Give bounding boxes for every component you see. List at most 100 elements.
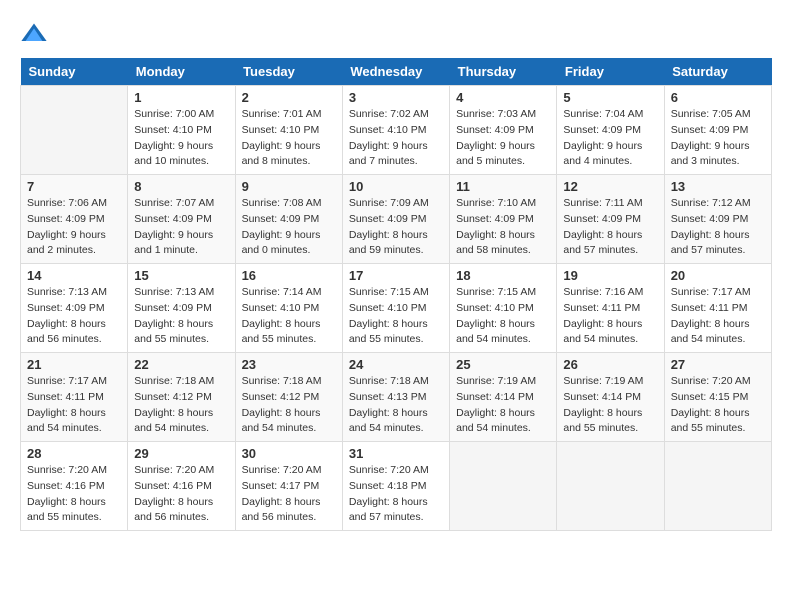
day-cell: 22 Sunrise: 7:18 AM Sunset: 4:12 PM Dayli…	[128, 353, 235, 442]
calendar-table: SundayMondayTuesdayWednesdayThursdayFrid…	[20, 58, 772, 531]
day-cell: 17Sunrise: 7:15 AM Sunset: 4:10 PM Dayli…	[342, 264, 449, 353]
day-cell	[450, 442, 557, 531]
day-info: Sunrise: 7:18 AM Sunset: 4:12 PM Dayligh…	[134, 374, 228, 437]
day-number: 23	[242, 357, 336, 372]
day-cell: 25 Sunrise: 7:19 AM Sunset: 4:14 PM Dayli…	[450, 353, 557, 442]
day-number: 6	[671, 90, 765, 105]
day-number: 22	[134, 357, 228, 372]
day-info: Sunrise: 7:20 AM Sunset: 4:18 PM Dayligh…	[349, 463, 443, 526]
day-number: 28	[27, 446, 121, 461]
day-info: Sunrise: 7:12 AM Sunset: 4:09 PM Dayligh…	[671, 196, 765, 259]
header-cell-saturday: Saturday	[664, 58, 771, 86]
day-number: 2	[242, 90, 336, 105]
day-info: Sunrise: 7:15 AM Sunset: 4:10 PM Dayligh…	[349, 285, 443, 348]
day-cell: 2Sunrise: 7:01 AM Sunset: 4:10 PM Daylig…	[235, 86, 342, 175]
day-number: 18	[456, 268, 550, 283]
day-number: 3	[349, 90, 443, 105]
day-info: Sunrise: 7:02 AM Sunset: 4:10 PM Dayligh…	[349, 107, 443, 170]
day-info: Sunrise: 7:00 AM Sunset: 4:10 PM Dayligh…	[134, 107, 228, 170]
day-info: Sunrise: 7:03 AM Sunset: 4:09 PM Dayligh…	[456, 107, 550, 170]
day-number: 31	[349, 446, 443, 461]
day-number: 19	[563, 268, 657, 283]
day-cell	[664, 442, 771, 531]
logo	[20, 20, 52, 48]
calendar-body: 1 Sunrise: 7:00 AM Sunset: 4:10 PM Daylig…	[21, 86, 772, 531]
day-number: 20	[671, 268, 765, 283]
day-number: 13	[671, 179, 765, 194]
day-info: Sunrise: 7:19 AM Sunset: 4:14 PM Dayligh…	[456, 374, 550, 437]
day-number: 16	[242, 268, 336, 283]
day-cell: 1 Sunrise: 7:00 AM Sunset: 4:10 PM Daylig…	[128, 86, 235, 175]
day-number: 21	[27, 357, 121, 372]
day-info: Sunrise: 7:19 AM Sunset: 4:14 PM Dayligh…	[563, 374, 657, 437]
day-number: 12	[563, 179, 657, 194]
day-cell: 27Sunrise: 7:20 AM Sunset: 4:15 PM Dayli…	[664, 353, 771, 442]
header-cell-friday: Friday	[557, 58, 664, 86]
day-info: Sunrise: 7:20 AM Sunset: 4:16 PM Dayligh…	[27, 463, 121, 526]
day-number: 9	[242, 179, 336, 194]
day-info: Sunrise: 7:09 AM Sunset: 4:09 PM Dayligh…	[349, 196, 443, 259]
day-number: 7	[27, 179, 121, 194]
day-info: Sunrise: 7:06 AM Sunset: 4:09 PM Dayligh…	[27, 196, 121, 259]
day-cell: 23Sunrise: 7:18 AM Sunset: 4:12 PM Dayli…	[235, 353, 342, 442]
day-cell: 12 Sunrise: 7:11 AM Sunset: 4:09 PM Dayli…	[557, 175, 664, 264]
week-row-1: 1 Sunrise: 7:00 AM Sunset: 4:10 PM Daylig…	[21, 86, 772, 175]
day-number: 30	[242, 446, 336, 461]
day-number: 25	[456, 357, 550, 372]
day-cell: 31 Sunrise: 7:20 AM Sunset: 4:18 PM Dayli…	[342, 442, 449, 531]
logo-icon	[20, 20, 48, 48]
day-info: Sunrise: 7:17 AM Sunset: 4:11 PM Dayligh…	[671, 285, 765, 348]
week-row-3: 14 Sunrise: 7:13 AM Sunset: 4:09 PM Dayli…	[21, 264, 772, 353]
day-info: Sunrise: 7:16 AM Sunset: 4:11 PM Dayligh…	[563, 285, 657, 348]
day-number: 4	[456, 90, 550, 105]
day-number: 24	[349, 357, 443, 372]
day-cell: 11Sunrise: 7:10 AM Sunset: 4:09 PM Dayli…	[450, 175, 557, 264]
day-info: Sunrise: 7:18 AM Sunset: 4:13 PM Dayligh…	[349, 374, 443, 437]
day-cell	[21, 86, 128, 175]
week-row-2: 7 Sunrise: 7:06 AM Sunset: 4:09 PM Daylig…	[21, 175, 772, 264]
day-cell: 24 Sunrise: 7:18 AM Sunset: 4:13 PM Dayli…	[342, 353, 449, 442]
week-row-4: 21 Sunrise: 7:17 AM Sunset: 4:11 PM Dayli…	[21, 353, 772, 442]
day-info: Sunrise: 7:13 AM Sunset: 4:09 PM Dayligh…	[134, 285, 228, 348]
day-cell: 16 Sunrise: 7:14 AM Sunset: 4:10 PM Dayli…	[235, 264, 342, 353]
day-cell	[557, 442, 664, 531]
day-cell: 13 Sunrise: 7:12 AM Sunset: 4:09 PM Dayli…	[664, 175, 771, 264]
day-number: 11	[456, 179, 550, 194]
day-info: Sunrise: 7:07 AM Sunset: 4:09 PM Dayligh…	[134, 196, 228, 259]
day-info: Sunrise: 7:11 AM Sunset: 4:09 PM Dayligh…	[563, 196, 657, 259]
day-cell: 29 Sunrise: 7:20 AM Sunset: 4:16 PM Dayli…	[128, 442, 235, 531]
day-cell: 18 Sunrise: 7:15 AM Sunset: 4:10 PM Dayli…	[450, 264, 557, 353]
day-info: Sunrise: 7:08 AM Sunset: 4:09 PM Dayligh…	[242, 196, 336, 259]
header-cell-wednesday: Wednesday	[342, 58, 449, 86]
day-cell: 21 Sunrise: 7:17 AM Sunset: 4:11 PM Dayli…	[21, 353, 128, 442]
calendar-header: SundayMondayTuesdayWednesdayThursdayFrid…	[21, 58, 772, 86]
day-cell: 9 Sunrise: 7:08 AM Sunset: 4:09 PM Daylig…	[235, 175, 342, 264]
day-info: Sunrise: 7:17 AM Sunset: 4:11 PM Dayligh…	[27, 374, 121, 437]
day-number: 10	[349, 179, 443, 194]
day-cell: 5 Sunrise: 7:04 AM Sunset: 4:09 PM Daylig…	[557, 86, 664, 175]
header-row: SundayMondayTuesdayWednesdayThursdayFrid…	[21, 58, 772, 86]
day-cell: 3 Sunrise: 7:02 AM Sunset: 4:10 PM Daylig…	[342, 86, 449, 175]
day-info: Sunrise: 7:05 AM Sunset: 4:09 PM Dayligh…	[671, 107, 765, 170]
day-number: 29	[134, 446, 228, 461]
day-number: 5	[563, 90, 657, 105]
day-cell: 14Sunrise: 7:13 AM Sunset: 4:09 PM Dayli…	[21, 264, 128, 353]
day-info: Sunrise: 7:14 AM Sunset: 4:10 PM Dayligh…	[242, 285, 336, 348]
day-cell: 26Sunrise: 7:19 AM Sunset: 4:14 PM Dayli…	[557, 353, 664, 442]
day-number: 15	[134, 268, 228, 283]
day-info: Sunrise: 7:04 AM Sunset: 4:09 PM Dayligh…	[563, 107, 657, 170]
day-number: 27	[671, 357, 765, 372]
day-cell: 6 Sunrise: 7:05 AM Sunset: 4:09 PM Daylig…	[664, 86, 771, 175]
day-cell: 28 Sunrise: 7:20 AM Sunset: 4:16 PM Dayli…	[21, 442, 128, 531]
day-number: 14	[27, 268, 121, 283]
day-cell: 19 Sunrise: 7:16 AM Sunset: 4:11 PM Dayli…	[557, 264, 664, 353]
header-cell-thursday: Thursday	[450, 58, 557, 86]
day-info: Sunrise: 7:15 AM Sunset: 4:10 PM Dayligh…	[456, 285, 550, 348]
day-cell: 4 Sunrise: 7:03 AM Sunset: 4:09 PM Daylig…	[450, 86, 557, 175]
day-info: Sunrise: 7:20 AM Sunset: 4:16 PM Dayligh…	[134, 463, 228, 526]
week-row-5: 28 Sunrise: 7:20 AM Sunset: 4:16 PM Dayli…	[21, 442, 772, 531]
day-number: 1	[134, 90, 228, 105]
day-cell: 30Sunrise: 7:20 AM Sunset: 4:17 PM Dayli…	[235, 442, 342, 531]
header-cell-tuesday: Tuesday	[235, 58, 342, 86]
header-cell-sunday: Sunday	[21, 58, 128, 86]
